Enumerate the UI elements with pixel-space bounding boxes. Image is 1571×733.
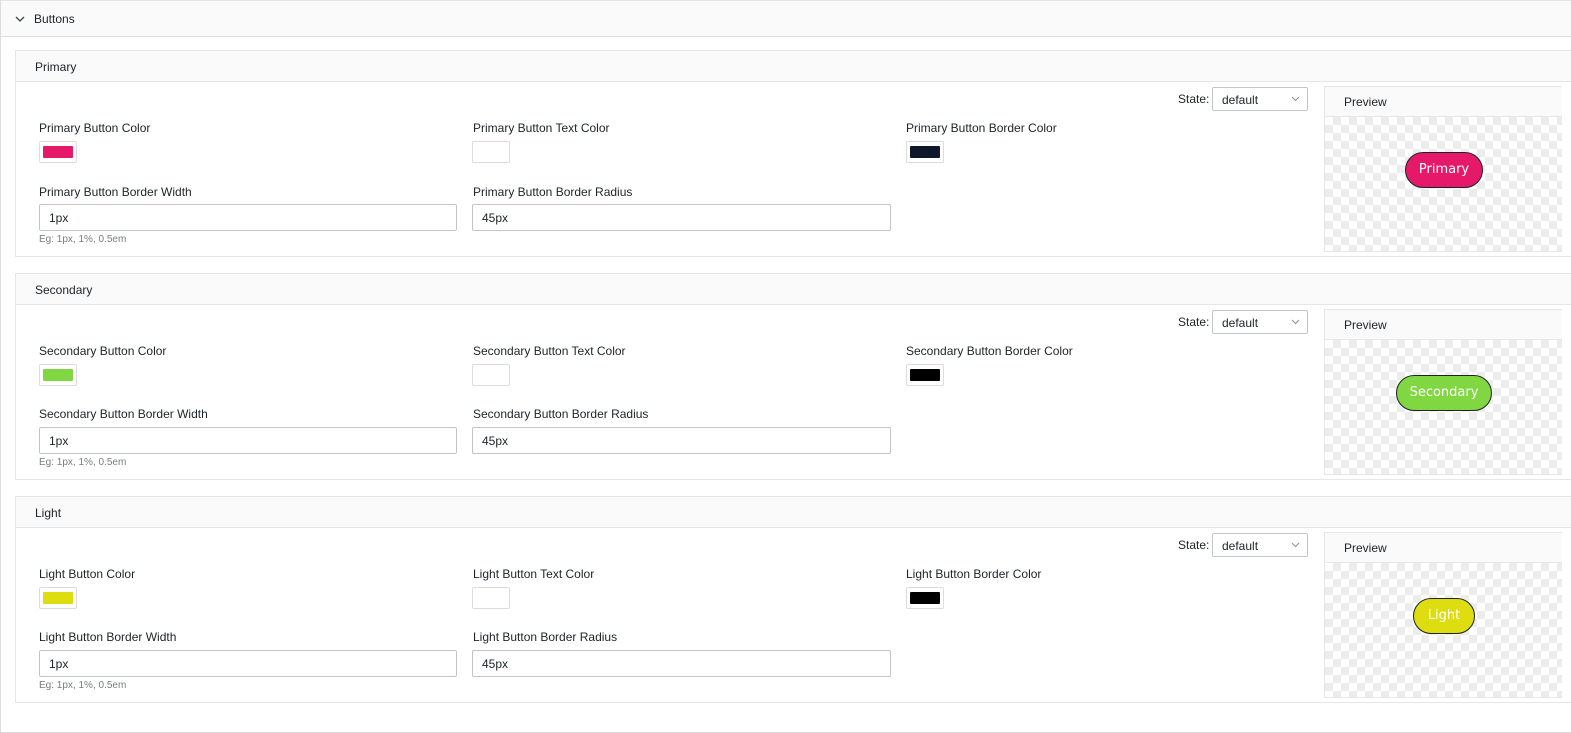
light-state-select[interactable]: default xyxy=(1212,533,1308,557)
section-title: Primary xyxy=(35,60,77,74)
light-border-width-label: Light Button Border Width xyxy=(39,630,177,644)
state-select-value: default xyxy=(1222,93,1259,107)
buttons-settings-page: Buttons Primary Primary Button Color Pri… xyxy=(0,0,1571,733)
light-border-radius-input[interactable] xyxy=(472,650,891,677)
primary-state-select[interactable]: default xyxy=(1212,87,1308,111)
buttons-panel-header[interactable]: Buttons xyxy=(1,0,1571,37)
primary-color-label: Primary Button Color xyxy=(39,121,151,135)
primary-section-header: Primary xyxy=(16,51,1571,82)
chevron-down-icon[interactable] xyxy=(14,13,26,25)
secondary-border-width-label: Secondary Button Border Width xyxy=(39,407,208,421)
secondary-border-width-hint: Eg: 1px, 1%, 0.5em xyxy=(39,457,127,468)
secondary-border-radius-input[interactable] xyxy=(472,427,891,454)
light-color-label: Light Button Color xyxy=(39,567,136,581)
secondary-preview-button[interactable]: Secondary xyxy=(1396,375,1492,411)
secondary-preview: Preview Secondary xyxy=(1324,309,1562,475)
preview-title: Preview xyxy=(1344,318,1387,332)
primary-preview: Preview Primary xyxy=(1324,86,1562,252)
light-color-picker[interactable] xyxy=(39,587,77,609)
light-border-color-picker[interactable] xyxy=(906,587,944,609)
light-border-radius-label: Light Button Border Radius xyxy=(473,630,618,644)
state-label: State: xyxy=(1178,315,1210,329)
light-text-color-label: Light Button Text Color xyxy=(473,567,595,581)
chevron-down-icon xyxy=(1291,319,1300,325)
preview-title: Preview xyxy=(1344,95,1387,109)
chevron-down-icon xyxy=(1291,96,1300,102)
secondary-color-picker[interactable] xyxy=(39,364,77,386)
primary-text-color-label: Primary Button Text Color xyxy=(473,121,610,135)
primary-border-width-label: Primary Button Border Width xyxy=(39,185,192,199)
section-title: Light xyxy=(35,506,62,520)
light-border-width-input[interactable] xyxy=(39,650,457,677)
state-select-value: default xyxy=(1222,539,1259,553)
preview-canvas: Primary xyxy=(1325,117,1562,251)
primary-border-radius-label: Primary Button Border Radius xyxy=(473,185,633,199)
section-title: Secondary xyxy=(35,283,93,297)
secondary-border-color-picker[interactable] xyxy=(906,364,944,386)
secondary-text-color-picker[interactable] xyxy=(472,364,510,386)
preview-canvas: Secondary xyxy=(1325,340,1562,474)
secondary-text-color-label: Secondary Button Text Color xyxy=(473,344,626,358)
state-select-value: default xyxy=(1222,316,1259,330)
primary-preview-button[interactable]: Primary xyxy=(1405,152,1483,188)
light-border-color-label: Light Button Border Color xyxy=(906,567,1042,581)
secondary-border-color-label: Secondary Button Border Color xyxy=(906,344,1073,358)
preview-title: Preview xyxy=(1344,541,1387,555)
light-preview-button[interactable]: Light xyxy=(1413,598,1475,634)
primary-border-width-hint: Eg: 1px, 1%, 0.5em xyxy=(39,234,127,245)
primary-border-width-input[interactable] xyxy=(39,204,457,231)
light-section: Light Light Button Color Light Button Te… xyxy=(15,496,1571,703)
preview-header: Preview xyxy=(1325,533,1562,563)
preview-header: Preview xyxy=(1325,310,1562,340)
primary-border-radius-input[interactable] xyxy=(472,204,891,231)
primary-border-color-label: Primary Button Border Color xyxy=(906,121,1057,135)
light-section-header: Light xyxy=(16,497,1571,528)
primary-section: Primary Primary Button Color Primary But… xyxy=(15,50,1571,257)
chevron-down-icon xyxy=(1291,542,1300,548)
secondary-color-label: Secondary Button Color xyxy=(39,344,167,358)
primary-border-color-picker[interactable] xyxy=(906,141,944,163)
secondary-section: Secondary Secondary Button Color Seconda… xyxy=(15,273,1571,480)
state-label: State: xyxy=(1178,538,1210,552)
light-preview: Preview Light xyxy=(1324,532,1562,698)
preview-header: Preview xyxy=(1325,87,1562,117)
state-label: State: xyxy=(1178,92,1210,106)
panel-title: Buttons xyxy=(34,12,75,26)
preview-canvas: Light xyxy=(1325,563,1562,697)
secondary-border-radius-label: Secondary Button Border Radius xyxy=(473,407,649,421)
secondary-border-width-input[interactable] xyxy=(39,427,457,454)
secondary-section-header: Secondary xyxy=(16,274,1571,305)
light-border-width-hint: Eg: 1px, 1%, 0.5em xyxy=(39,680,127,691)
light-text-color-picker[interactable] xyxy=(472,587,510,609)
secondary-state-select[interactable]: default xyxy=(1212,310,1308,334)
primary-text-color-picker[interactable] xyxy=(472,141,510,163)
primary-color-picker[interactable] xyxy=(39,141,77,163)
